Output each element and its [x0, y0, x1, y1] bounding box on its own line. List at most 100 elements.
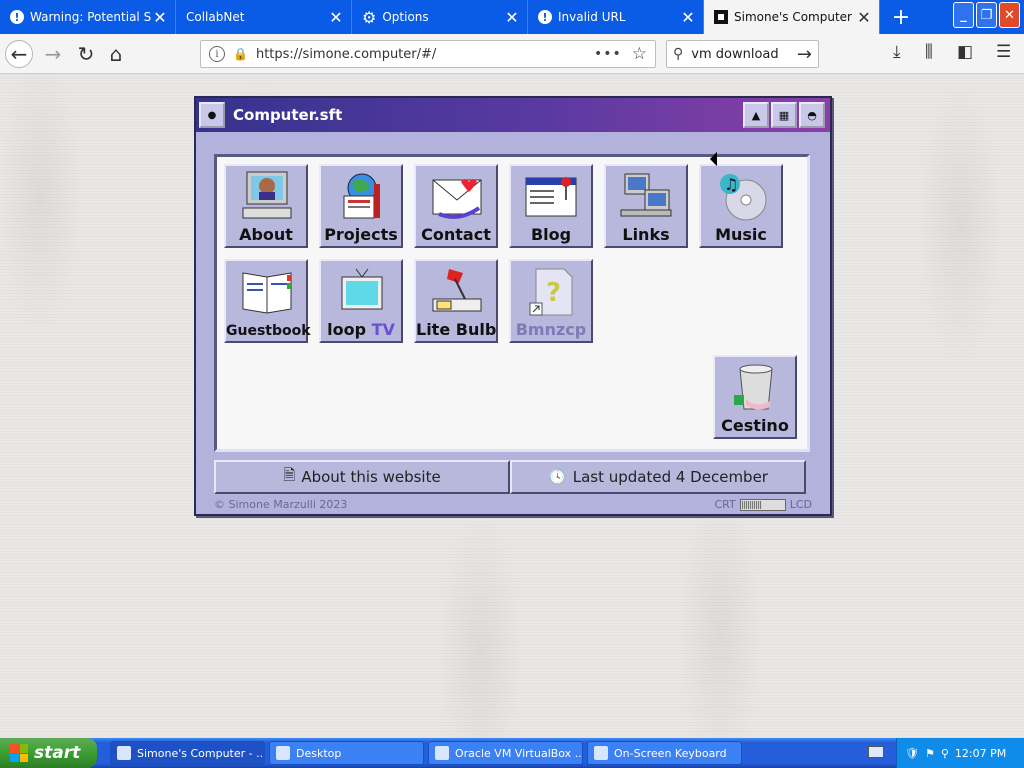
cd-music-icon: ♫	[720, 174, 767, 221]
forward-icon[interactable]: →	[39, 40, 67, 68]
gear-icon: ⚙	[362, 7, 377, 27]
home-icon[interactable]: ⌂	[102, 40, 130, 68]
icon-label: loop TV	[321, 320, 401, 339]
tab-collabnet[interactable]: CollabNet ✕	[176, 0, 352, 34]
about-button[interactable]: About	[224, 164, 308, 248]
reload-icon[interactable]: ↻	[72, 40, 100, 68]
lite-bulb-button[interactable]: Lite Bulb	[414, 259, 498, 343]
close-icon[interactable]: ✕	[503, 8, 521, 27]
tab-simones-computer[interactable]: Simone's Computer ✕	[704, 0, 880, 34]
menu-icon[interactable]: ☰	[996, 42, 1011, 62]
minimize-icon[interactable]: _	[953, 2, 974, 28]
bmnzcp-button[interactable]: ? Bmnzcp	[509, 259, 593, 343]
shade-icon[interactable]: ◓	[799, 102, 825, 128]
window-footer: © Simone Marzulli 2023 CRT LCD	[214, 498, 812, 514]
bookmark-star-icon[interactable]: ☆	[632, 44, 647, 64]
network-icon	[620, 173, 672, 217]
music-button[interactable]: ♫ Music	[699, 164, 783, 248]
icon-label: About	[239, 225, 293, 244]
security-shield-icon[interactable]: 🛡	[905, 747, 919, 760]
lamp-icon	[432, 269, 482, 312]
url-bar[interactable]: i 🔒 https://simone.computer/#/ ••• ☆	[200, 40, 656, 68]
taskbar-item-desktop[interactable]: Desktop	[269, 741, 424, 765]
loop-tv-button[interactable]: loop TV	[319, 259, 403, 343]
search-input[interactable]: vm download	[691, 47, 797, 62]
page-actions-icon[interactable]: •••	[594, 46, 622, 62]
url-text[interactable]: https://simone.computer/#/	[256, 47, 594, 62]
system-tray: 🛡 ⚑ ⚲ 12:07 PM	[896, 738, 1024, 768]
contact-button[interactable]: Contact	[414, 164, 498, 248]
start-button[interactable]: start	[0, 738, 97, 768]
search-icon: ⚲	[673, 46, 684, 62]
search-bar[interactable]: ⚲ vm download →	[666, 40, 819, 68]
maximize-icon[interactable]: ▲	[743, 102, 769, 128]
nav-bar: ← → ↻ ⌂ i 🔒 https://simone.computer/#/ •…	[0, 34, 1024, 74]
taskbar-item-label: Desktop	[296, 746, 342, 760]
computer-window: ● Computer.sft ▲ ▦ ◓ About Projects Cont…	[194, 96, 832, 516]
language-bar-icon[interactable]	[868, 746, 884, 758]
desktop-icon	[276, 746, 290, 760]
restore-icon[interactable]: ❐	[976, 2, 997, 28]
svg-text:♫: ♫	[724, 175, 738, 194]
page-content: ● Computer.sft ▲ ▦ ◓ About Projects Cont…	[0, 74, 1024, 738]
icon-label: Blog	[530, 225, 572, 244]
taskbar-item-onscreen-keyboard[interactable]: On-Screen Keyboard	[587, 741, 742, 765]
globe-tools-icon	[343, 173, 380, 219]
crt-lcd-toggle[interactable]	[739, 498, 786, 511]
info-icon[interactable]: i	[209, 46, 225, 62]
crt-label: CRT	[714, 498, 736, 511]
close-icon[interactable]: ✕	[855, 8, 873, 27]
taskbar-item-virtualbox[interactable]: Oracle VM VirtualBox ...	[428, 741, 583, 765]
tab-label: Simone's Computer	[734, 10, 852, 24]
blog-button[interactable]: Blog	[509, 164, 593, 248]
windows-flag-icon	[10, 744, 28, 762]
guestbook-button[interactable]: Guestbook	[224, 259, 311, 343]
lcd-label: LCD	[789, 498, 812, 511]
tv-label: TV	[371, 320, 395, 339]
download-icon[interactable]: ⤓	[893, 42, 901, 62]
grid-icon[interactable]: ▦	[771, 102, 797, 128]
close-icon[interactable]: ✕	[679, 8, 697, 27]
new-tab-button[interactable]: +	[880, 0, 922, 34]
tab-label: Options	[382, 10, 429, 24]
trash-icon	[734, 364, 773, 410]
computer-user-icon	[242, 171, 292, 219]
back-icon[interactable]: ←	[5, 40, 33, 68]
letter-icon	[432, 179, 482, 219]
network-tray-icon[interactable]: ⚑	[925, 747, 935, 760]
search-tray-icon[interactable]: ⚲	[941, 747, 949, 760]
tab-options[interactable]: ⚙ Options ✕	[352, 0, 528, 34]
taskbar-item-simones-computer[interactable]: Simone's Computer - ...	[110, 741, 265, 765]
lock-icon[interactable]: 🔒	[233, 47, 248, 61]
tab-warning[interactable]: ! Warning: Potential Secu ✕	[0, 0, 176, 34]
display-mode-switch: CRT LCD	[714, 498, 812, 511]
last-updated-label: Last updated 4 December	[572, 468, 768, 486]
close-window-icon[interactable]: ✕	[999, 2, 1020, 28]
icon-label: Lite Bulb	[416, 320, 497, 339]
search-go-icon[interactable]: →	[797, 44, 812, 65]
clock[interactable]: 12:07 PM	[955, 747, 1006, 760]
projects-button[interactable]: Projects	[319, 164, 403, 248]
close-icon[interactable]: ✕	[151, 8, 169, 27]
icon-label: Guestbook	[226, 323, 311, 339]
newspaper-icon	[525, 177, 577, 217]
last-updated-button[interactable]: 🕓 Last updated 4 December	[510, 460, 806, 494]
tab-strip: ! Warning: Potential Secu ✕ CollabNet ✕ …	[0, 0, 1024, 34]
library-icon[interactable]: ⫼	[925, 42, 933, 62]
window-menu-icon[interactable]: ●	[199, 102, 225, 128]
window-titlebar[interactable]: ● Computer.sft ▲ ▦ ◓	[196, 98, 830, 132]
trash-button[interactable]: Cestino	[713, 355, 797, 439]
tab-label: Invalid URL	[558, 10, 626, 24]
close-icon[interactable]: ✕	[327, 8, 345, 27]
unknown-file-icon: ?	[529, 268, 573, 316]
sidebar-icon[interactable]: ◧	[957, 42, 973, 62]
tab-invalid-url[interactable]: ! Invalid URL ✕	[528, 0, 704, 34]
links-button[interactable]: Links	[604, 164, 688, 248]
toggle-knob[interactable]	[741, 500, 762, 509]
about-website-button[interactable]: 🗎 About this website	[214, 460, 510, 494]
copyright-text: © Simone Marzulli 2023	[214, 498, 348, 511]
tv-icon	[341, 268, 383, 310]
tab-label: Warning: Potential Secu	[30, 10, 151, 24]
firefox-icon	[117, 746, 131, 760]
icon-label: Bmnzcp	[515, 320, 587, 339]
